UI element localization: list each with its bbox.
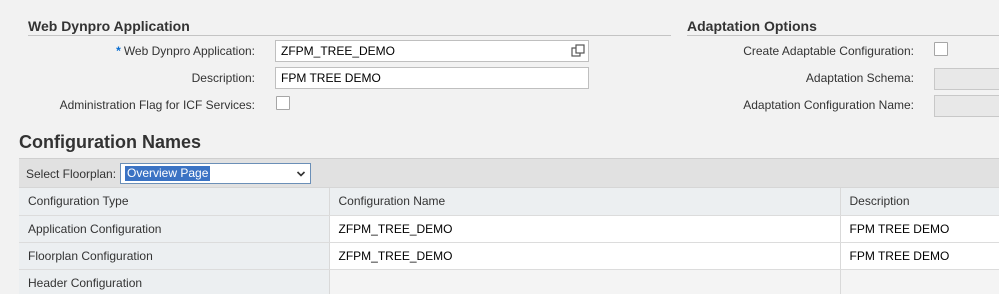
floorplan-selected-value: Overview Page xyxy=(125,166,211,181)
configuration-table: Configuration Type Configuration Name De… xyxy=(19,188,999,294)
table-row[interactable]: Floorplan Configuration ZFPM_TREE_DEMO F… xyxy=(19,242,999,270)
config-name-cell[interactable]: ZFPM_TREE_DEMO xyxy=(329,215,841,243)
adaptation-config-name-input xyxy=(934,95,999,117)
select-floorplan-label: Select Floorplan: xyxy=(26,167,117,181)
adaptation-schema-label: Adaptation Schema: xyxy=(805,71,914,85)
adaptation-group-divider xyxy=(687,35,999,36)
config-name-cell[interactable]: ZFPM_TREE_DEMO xyxy=(329,242,841,270)
column-header-type[interactable]: Configuration Type xyxy=(19,188,330,216)
web-dynpro-application-value: ZFPM_TREE_DEMO xyxy=(281,44,396,58)
description-value: FPM TREE DEMO xyxy=(281,71,381,85)
web-dynpro-group-title: Web Dynpro Application xyxy=(28,18,190,34)
value-help-icon[interactable] xyxy=(571,44,585,58)
required-marker: * xyxy=(116,44,121,58)
create-adaptable-checkbox[interactable] xyxy=(934,42,948,56)
app-field-label-text: Web Dynpro Application: xyxy=(123,44,255,58)
config-type-cell: Header Configuration xyxy=(19,269,330,294)
description-input[interactable]: FPM TREE DEMO xyxy=(275,67,589,89)
adaptation-group-title: Adaptation Options xyxy=(687,18,817,34)
column-header-name[interactable]: Configuration Name xyxy=(329,188,841,216)
description-label: Description: xyxy=(191,71,255,85)
config-description-cell[interactable] xyxy=(840,269,999,294)
table-row[interactable]: Application Configuration ZFPM_TREE_DEMO… xyxy=(19,215,999,243)
floorplan-select[interactable]: Overview Page xyxy=(120,163,311,184)
column-header-description[interactable]: Description xyxy=(840,188,999,216)
create-adaptable-label: Create Adaptable Configuration: xyxy=(743,44,914,58)
config-description-cell[interactable]: FPM TREE DEMO xyxy=(840,215,999,243)
admin-flag-checkbox[interactable] xyxy=(276,96,290,110)
adaptation-schema-input xyxy=(934,68,999,90)
table-row[interactable]: Header Configuration xyxy=(19,269,999,294)
web-dynpro-application-input[interactable]: ZFPM_TREE_DEMO xyxy=(275,40,589,62)
web-dynpro-group-divider xyxy=(28,35,671,36)
config-description-cell[interactable]: FPM TREE DEMO xyxy=(840,242,999,270)
admin-flag-label: Administration Flag for ICF Services: xyxy=(59,98,255,112)
adaptation-config-name-label: Adaptation Configuration Name: xyxy=(743,98,914,112)
config-type-cell: Application Configuration xyxy=(19,215,330,243)
chevron-down-icon xyxy=(296,170,306,177)
config-type-cell: Floorplan Configuration xyxy=(19,242,330,270)
config-name-cell[interactable] xyxy=(329,269,841,294)
configuration-names-title: Configuration Names xyxy=(19,132,202,152)
table-header-row: Configuration Type Configuration Name De… xyxy=(19,188,999,216)
app-field-label: * Web Dynpro Application: xyxy=(116,43,255,59)
